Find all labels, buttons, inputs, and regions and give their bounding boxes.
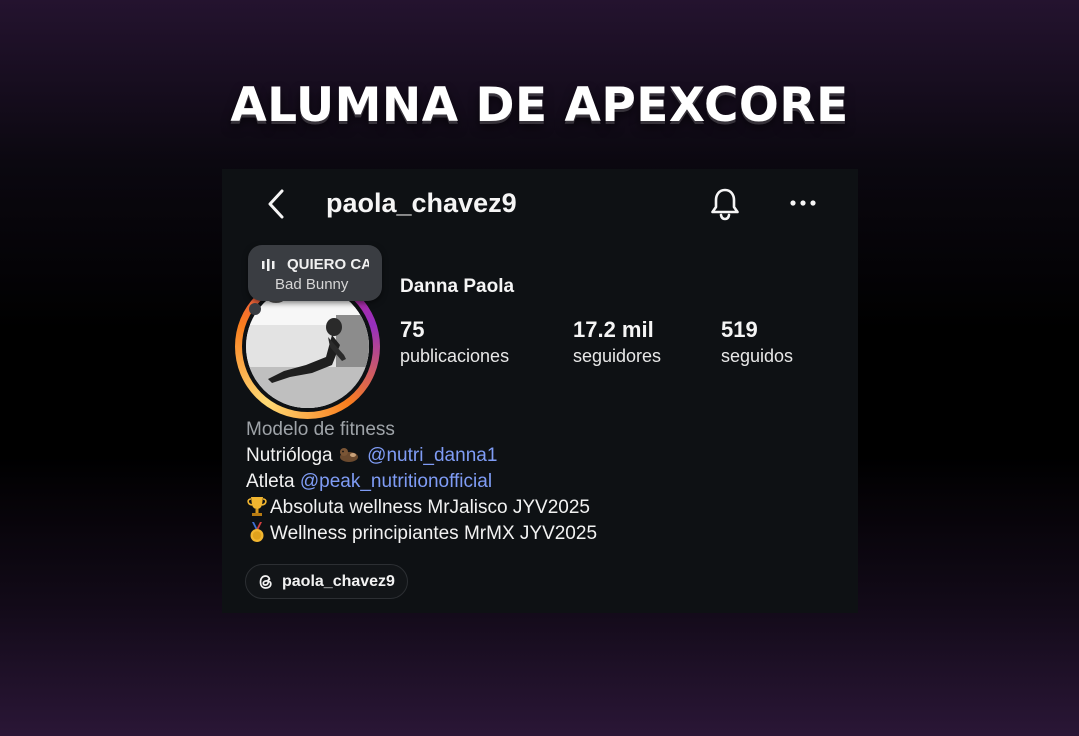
- bio-line4-text: Wellness principiantes MrMX JYV2025: [270, 523, 598, 544]
- stat-followers[interactable]: 17.2 mil seguidores: [573, 317, 661, 367]
- audio-bars-icon: [262, 259, 275, 271]
- bio-line-trophy: Absoluta wellness MrJalisco JYV2025: [246, 495, 597, 521]
- gold-medal-icon: [250, 522, 264, 542]
- stat-posts-value: 75: [400, 317, 425, 342]
- avatar-photo-image: [246, 285, 369, 408]
- trophy-icon: [247, 497, 267, 516]
- otter-emoji-icon: [339, 448, 358, 462]
- note-song-title: QUIERO CANTAR: [287, 256, 369, 273]
- stat-following-value: 519: [721, 317, 758, 342]
- stat-followers-value: 17.2 mil: [573, 317, 654, 342]
- profile-bio: Modelo de fitness Nutrióloga @nutri_dann…: [246, 417, 597, 547]
- note-artist: Bad Bunny: [275, 276, 349, 293]
- music-note-bubble[interactable]: QUIERO CANTAR Bad Bunny: [248, 245, 382, 301]
- bio-line-medal: Wellness principiantes MrMX JYV2025: [246, 521, 597, 547]
- bio-mention-nutri[interactable]: @nutri_danna1: [367, 445, 497, 466]
- threads-icon: [259, 574, 272, 589]
- bell-icon[interactable]: [708, 186, 742, 222]
- bio-mention-peak[interactable]: @peak_nutritionofficial: [300, 471, 492, 492]
- threads-link-chip[interactable]: paola_chavez9: [245, 564, 408, 599]
- bio-line2-text: Atleta: [246, 471, 295, 492]
- bio-line3-text: Absoluta wellness MrJalisco JYV2025: [270, 497, 590, 518]
- threads-handle: paola_chavez9: [282, 572, 395, 590]
- profile-username: paola_chavez9: [326, 188, 517, 218]
- headline: ALUMNA DE APEXCORE: [230, 78, 849, 133]
- back-icon[interactable]: [262, 187, 290, 221]
- stat-followers-label: seguidores: [573, 346, 662, 366]
- bio-line-athlete: Atleta @peak_nutritionofficial: [246, 469, 597, 495]
- display-name: Danna Paola: [400, 276, 515, 297]
- bio-category: Modelo de fitness: [246, 419, 395, 440]
- bio-line-nutrition: Nutrióloga @nutri_danna1: [246, 443, 597, 469]
- more-options-icon[interactable]: [788, 191, 818, 215]
- bio-line1-text: Nutrióloga: [246, 445, 333, 466]
- stat-posts-label: publicaciones: [400, 346, 510, 366]
- stat-following[interactable]: 519 seguidos: [721, 317, 793, 367]
- stat-posts[interactable]: 75 publicaciones: [400, 317, 509, 367]
- avatar[interactable]: [246, 285, 369, 408]
- stat-following-label: seguidos: [721, 346, 794, 366]
- note-bubble-tail: [249, 303, 261, 315]
- profile-card: paola_chavez9 QUIERO CA Bad Bunny Danna …: [222, 169, 858, 613]
